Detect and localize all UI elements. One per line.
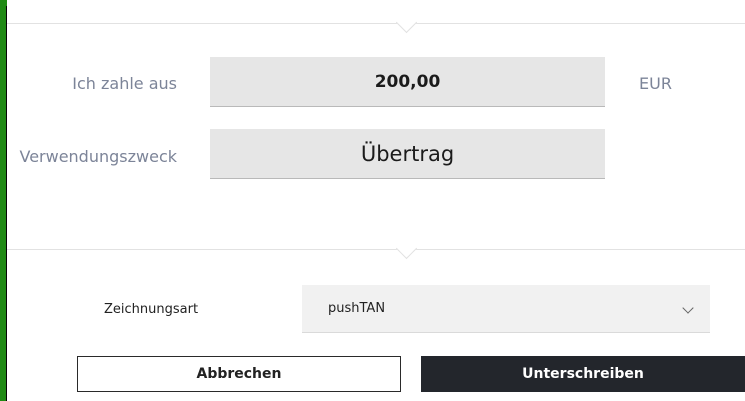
payout-label: Ich zahle aus <box>72 74 177 93</box>
currency-label: EUR <box>639 74 672 93</box>
divider-notch-top <box>395 11 418 34</box>
purpose-label: Verwendungszweck <box>19 147 177 166</box>
sign-button[interactable]: Unterschreiben <box>421 356 745 392</box>
top-divider <box>7 23 745 24</box>
purpose-field[interactable]: Übertrag <box>210 129 605 179</box>
middle-divider <box>7 249 745 250</box>
signing-method-select[interactable]: pushTAN <box>302 285 710 333</box>
chevron-down-icon <box>682 301 694 314</box>
signing-method-label: Zeichnungsart <box>104 302 199 317</box>
cancel-button[interactable]: Abbrechen <box>77 356 401 392</box>
amount-field[interactable]: 200,00 <box>210 57 605 107</box>
divider-notch-middle <box>395 237 418 260</box>
transfer-dialog: Ich zahle aus 200,00 EUR Verwendungszwec… <box>7 0 745 401</box>
signing-method-value: pushTAN <box>328 301 386 316</box>
